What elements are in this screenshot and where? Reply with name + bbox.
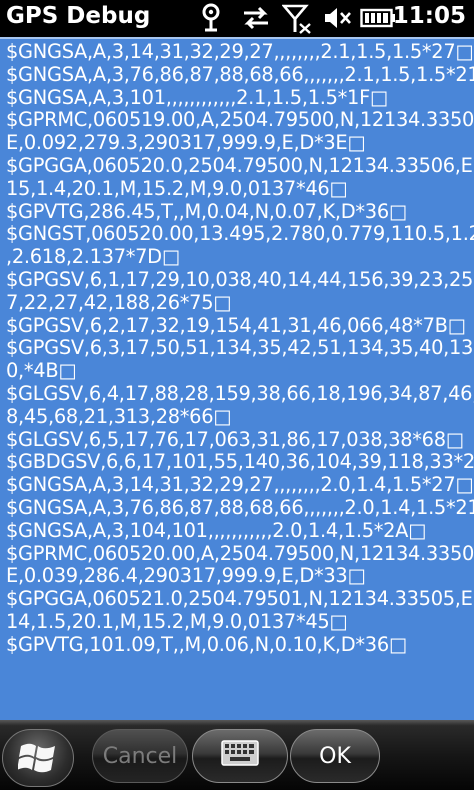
softkey-bar: Cancel OK <box>0 720 474 790</box>
app-title: GPS Debug <box>6 3 151 29</box>
start-button[interactable] <box>2 729 74 787</box>
gps-antenna-icon <box>198 0 224 36</box>
status-bar: GPS Debug 11:05 <box>0 0 474 36</box>
cancel-button-label: Cancel <box>102 743 178 769</box>
nmea-log-textbox[interactable]: $GNGSA,A,3,14,31,32,29,27,,,,,,,,2.1,1.5… <box>0 37 474 720</box>
ok-button-label: OK <box>319 743 351 769</box>
clock: 11:05 <box>392 3 466 29</box>
data-transfer-icon <box>240 0 272 36</box>
cancel-button[interactable]: Cancel <box>92 729 188 783</box>
nmea-log-text: $GNGSA,A,3,14,31,32,29,27,,,,,,,,2.1,1.5… <box>6 40 474 656</box>
keyboard-icon <box>221 740 259 772</box>
speaker-muted-icon <box>322 0 354 36</box>
no-signal-icon <box>282 0 314 36</box>
ok-button[interactable]: OK <box>290 729 380 783</box>
keyboard-button[interactable] <box>192 729 288 783</box>
battery-icon <box>360 0 396 36</box>
